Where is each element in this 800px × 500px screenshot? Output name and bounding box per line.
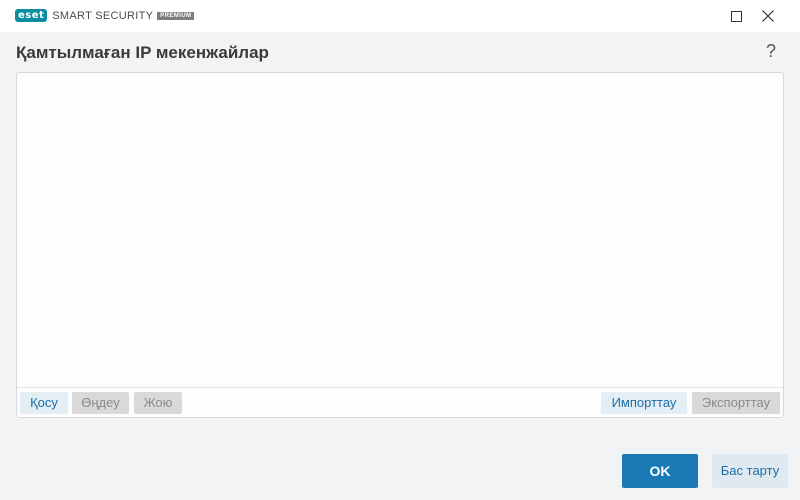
page-title: Қамтылмаған IP мекенжайлар (16, 43, 269, 62)
ok-button[interactable]: OK (622, 454, 698, 488)
title-bar: eset SMART SECURITY PREMIUM (0, 0, 800, 32)
edition-badge: PREMIUM (157, 11, 195, 20)
import-button[interactable]: Импорттау (601, 392, 687, 414)
maximize-button[interactable] (720, 0, 752, 32)
edit-button[interactable]: Өңдеу (72, 392, 129, 414)
export-button[interactable]: Экспорттау (692, 392, 780, 414)
delete-button[interactable]: Жою (134, 392, 182, 414)
excluded-ip-list[interactable] (17, 73, 783, 387)
eset-logo: eset (15, 9, 48, 22)
app-logo: eset SMART SECURITY PREMIUM (15, 9, 195, 22)
close-icon (762, 10, 774, 22)
maximize-icon (730, 10, 742, 22)
add-button[interactable]: Қосу (20, 392, 68, 414)
product-name: SMART SECURITY (52, 9, 154, 22)
cancel-button[interactable]: Бас тарту (712, 454, 788, 488)
list-toolbar: Қосу Өңдеу Жою Импорттау Экспорттау (17, 387, 783, 417)
help-icon[interactable]: ? (762, 41, 780, 62)
excluded-ip-list-panel: Қосу Өңдеу Жою Импорттау Экспорттау (16, 72, 784, 418)
close-button[interactable] (752, 0, 784, 32)
